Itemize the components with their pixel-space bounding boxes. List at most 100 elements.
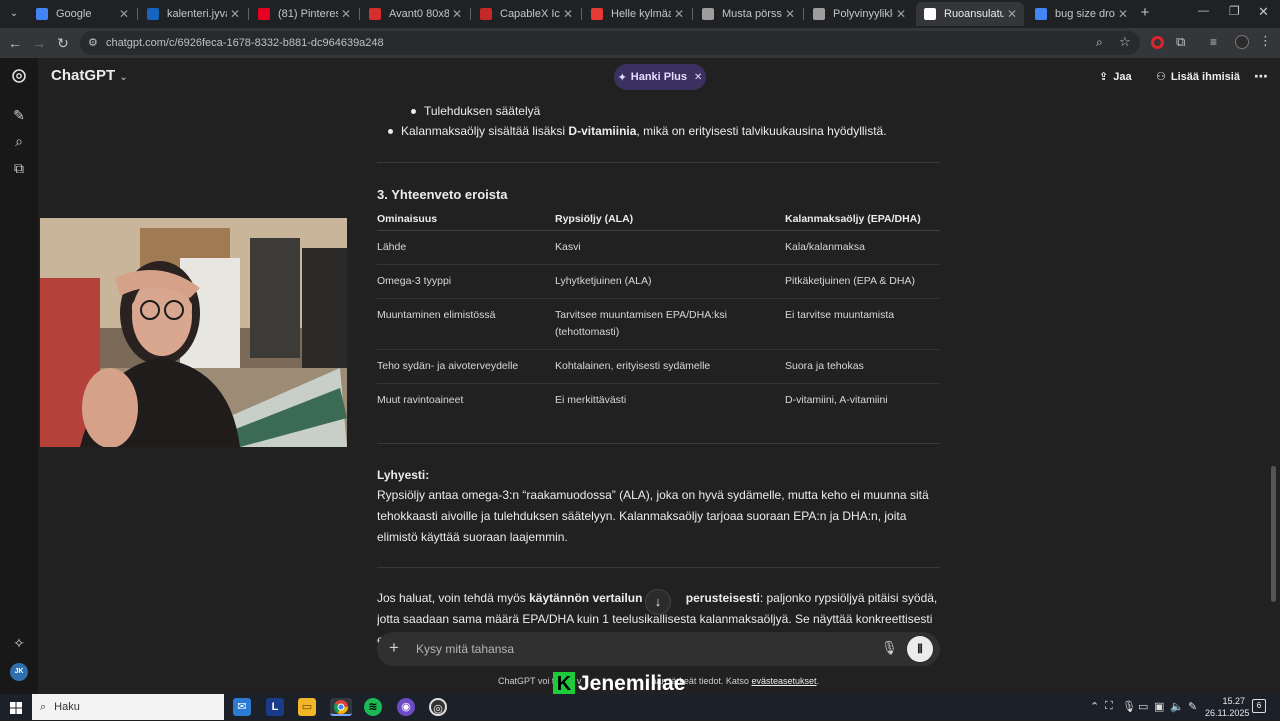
browser-tab[interactable]: Google ✕ bbox=[28, 2, 136, 26]
tray-expand-icon[interactable]: ⌃ bbox=[1090, 700, 1099, 713]
more-options-icon[interactable]: ⋯ bbox=[1254, 68, 1268, 85]
voice-mode-icon[interactable]: ⦀ bbox=[907, 636, 933, 662]
spotify-icon[interactable]: ≋ bbox=[364, 698, 382, 716]
scroll-to-bottom-button[interactable]: ↓ bbox=[645, 589, 671, 615]
browser-tab-active[interactable]: Ruoansulatus ja in✕ bbox=[916, 2, 1024, 26]
tab-title: (81) Pinterest bbox=[278, 8, 338, 20]
bookmark-star-icon[interactable]: ☆ bbox=[1119, 34, 1131, 50]
taskbar-search[interactable]: ⌕ Haku bbox=[32, 694, 224, 720]
tab-favicon-icon bbox=[147, 8, 159, 20]
close-window-button[interactable]: ✕ bbox=[1258, 4, 1269, 20]
volume-icon[interactable]: 🔈 bbox=[1170, 700, 1184, 713]
page-scrollbar[interactable] bbox=[1271, 466, 1276, 602]
table-cell: D-vitamiini, A-vitamiini bbox=[785, 393, 888, 406]
tab-title: Helle kylmäallas bbox=[611, 8, 671, 20]
user-avatar[interactable]: JK bbox=[10, 663, 28, 681]
zoom-icon[interactable]: ⌕ bbox=[1096, 35, 1103, 50]
browser-tab[interactable]: Polyvinyylikloridi –✕ bbox=[805, 2, 913, 26]
tab-separator bbox=[803, 8, 804, 20]
browser-tab[interactable]: Avant0 80x80 cm✕ bbox=[361, 2, 469, 26]
openai-logo-icon[interactable] bbox=[10, 68, 28, 86]
clock-date: 26.11.2025 bbox=[1205, 708, 1250, 718]
site-info-icon[interactable]: ⚙ bbox=[88, 36, 98, 49]
tray-mic-icon[interactable]: 🎙 bbox=[1122, 700, 1136, 713]
browser-menu-icon[interactable]: ⋮ bbox=[1259, 33, 1272, 49]
system-clock[interactable]: 15.27 26.11.2025 bbox=[1205, 695, 1250, 719]
upgrade-sparkle-icon[interactable]: ✧ bbox=[10, 634, 28, 652]
model-selector[interactable]: ChatGPT ⌄ bbox=[51, 67, 128, 84]
close-tab-icon[interactable]: ✕ bbox=[560, 7, 576, 21]
l-app-icon[interactable]: L bbox=[266, 698, 284, 716]
streamer-badge: K bbox=[553, 672, 575, 696]
profile-avatar-icon[interactable] bbox=[1235, 35, 1249, 49]
close-tab-icon[interactable]: ✕ bbox=[1115, 7, 1131, 21]
table-cell: Suora ja tehokas bbox=[785, 349, 940, 384]
browser-tab[interactable]: (81) Pinterest ✕ bbox=[250, 2, 358, 26]
share-button[interactable]: ⇪ Jaa bbox=[1099, 70, 1132, 83]
browser-tab[interactable]: kalenteri.jyvaskyla✕ bbox=[139, 2, 247, 26]
opera-extension-icon[interactable] bbox=[1151, 36, 1164, 49]
bullet-item: Kalanmaksaöljy sisältää lisäksi D-vitami… bbox=[388, 121, 887, 141]
table-cell: Omega-3 tyyppi bbox=[377, 264, 555, 299]
close-tab-icon[interactable]: ✕ bbox=[227, 7, 243, 21]
add-people-button[interactable]: ⚇ Lisää ihmisiä bbox=[1156, 70, 1240, 83]
close-tab-icon[interactable]: ✕ bbox=[671, 7, 687, 21]
search-icon: ⌕ bbox=[40, 700, 47, 713]
search-chats-icon[interactable]: ⌕ bbox=[10, 132, 28, 150]
close-tab-icon[interactable]: ✕ bbox=[449, 7, 465, 21]
table-cell: Kohtalainen, erityisesti sydämelle bbox=[555, 349, 785, 384]
browser-tab[interactable]: bug size drones -✕ bbox=[1027, 2, 1135, 26]
tab-separator bbox=[692, 8, 693, 20]
tab-favicon-icon bbox=[924, 8, 936, 20]
table-cell: Ei tarvitse muuntamista bbox=[785, 298, 940, 350]
library-icon[interactable]: ⧉ bbox=[10, 159, 28, 177]
notification-count: 6 bbox=[1256, 701, 1262, 710]
minimize-window-button[interactable]: — bbox=[1198, 5, 1209, 17]
tab-favicon-icon bbox=[702, 8, 714, 20]
cookie-settings-link[interactable]: evästeasetukset bbox=[751, 676, 816, 686]
close-tab-icon[interactable]: ✕ bbox=[338, 7, 354, 21]
close-tab-icon[interactable]: ✕ bbox=[116, 7, 132, 21]
share-icon: ⇪ bbox=[1099, 71, 1109, 83]
browser-tab-strip: ⌄ Google✕kalenteri.jyvaskyla✕(81) Pinter… bbox=[0, 0, 1280, 28]
message-composer[interactable]: + Kysy mitä tahansa 🎙 ⦀ bbox=[377, 632, 940, 666]
composer-input[interactable]: Kysy mitä tahansa bbox=[416, 642, 514, 656]
attach-plus-icon[interactable]: + bbox=[389, 638, 399, 658]
chrome-icon[interactable] bbox=[330, 698, 352, 716]
table-cell: Kala/kalanmaksa bbox=[785, 230, 940, 265]
obs-icon[interactable]: ◎ bbox=[429, 698, 447, 716]
clock-time: 15.27 bbox=[1222, 696, 1245, 706]
restore-window-button[interactable]: ❐ bbox=[1229, 4, 1240, 18]
tab-favicon-icon bbox=[258, 8, 270, 20]
bullet-text-post: , mikä on erityisesti talvikuukausina hy… bbox=[636, 124, 887, 138]
browser-tab[interactable]: Musta pörssi – W✕ bbox=[694, 2, 802, 26]
browser-tab[interactable]: CapableX Ice Bath✕ bbox=[472, 2, 580, 26]
table-cell: Lyhytketjuinen (ALA) bbox=[555, 264, 785, 299]
extensions-puzzle-icon[interactable]: ⧉ bbox=[1176, 34, 1185, 50]
close-tab-icon[interactable]: ✕ bbox=[893, 7, 909, 21]
microphone-icon[interactable]: 🎙 bbox=[881, 640, 898, 658]
tray-display-icon[interactable]: ▭ bbox=[1138, 700, 1148, 713]
browser-tab[interactable]: Helle kylmäallas✕ bbox=[583, 2, 691, 26]
tray-app-icon[interactable]: ⛶ bbox=[1105, 700, 1113, 713]
mail-app-icon[interactable]: ✉ bbox=[233, 698, 251, 716]
close-tab-icon[interactable]: ✕ bbox=[782, 7, 798, 21]
address-bar[interactable]: ⚙ chatgpt.com/c/6926feca-1678-8332-b881-… bbox=[80, 31, 1140, 55]
tab-separator bbox=[248, 8, 249, 20]
pen-icon[interactable]: ✎ bbox=[1188, 700, 1197, 713]
discord-icon[interactable]: ◉ bbox=[397, 698, 415, 716]
network-icon[interactable]: ▣ bbox=[1154, 700, 1164, 713]
back-button[interactable]: ← bbox=[5, 33, 25, 53]
reload-button[interactable]: ↻ bbox=[53, 33, 73, 53]
windows-start-icon[interactable] bbox=[10, 701, 22, 714]
notification-center-icon[interactable]: 6 bbox=[1252, 699, 1266, 713]
media-controls-icon[interactable]: ≡ bbox=[1210, 35, 1217, 49]
close-tab-icon[interactable]: ✕ bbox=[1004, 7, 1020, 21]
new-chat-icon[interactable]: ✎ bbox=[10, 106, 28, 124]
divider bbox=[377, 567, 940, 568]
tab-search-chevron-icon[interactable]: ⌄ bbox=[6, 6, 22, 22]
forward-button[interactable]: → bbox=[29, 33, 49, 53]
new-tab-button[interactable]: + bbox=[1136, 4, 1154, 24]
file-explorer-icon[interactable]: ▭ bbox=[298, 698, 316, 716]
sub-bullet-item: Tulehduksen säätelyä bbox=[410, 101, 540, 121]
